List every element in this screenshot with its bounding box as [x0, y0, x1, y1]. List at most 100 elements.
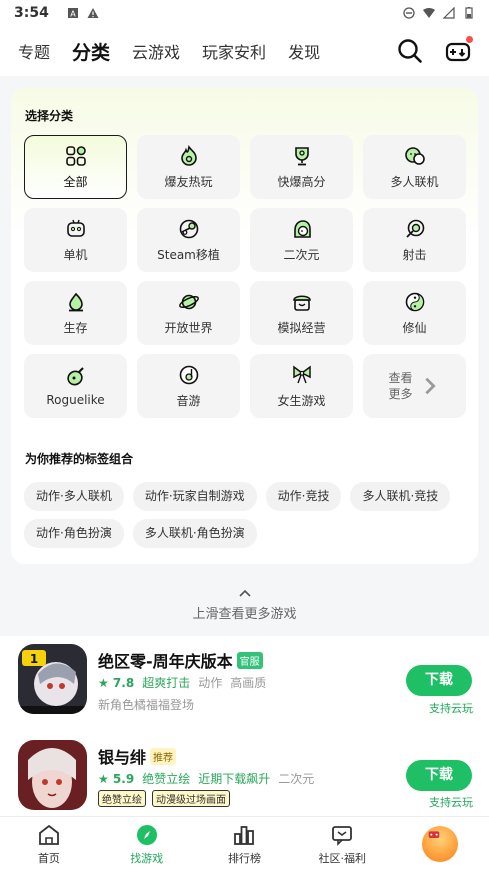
nav-label: 社区·福利 — [318, 851, 367, 865]
status-time: 3:54 — [14, 5, 49, 21]
search-button[interactable] — [397, 38, 423, 64]
shop-icon — [292, 294, 311, 311]
category-shooter[interactable]: 射击 — [363, 208, 466, 272]
svg-text:A: A — [70, 10, 76, 19]
tab-cloud-games[interactable]: 云游戏 — [132, 39, 180, 63]
notification-a-icon: A — [67, 8, 78, 19]
category-hot[interactable]: 爆友热玩 — [137, 135, 240, 199]
category-label: 模拟经营 — [277, 320, 326, 335]
bottom-navigation: 首页 找游戏 排行榜 社区·福利 — [0, 816, 489, 871]
tag-chip[interactable]: 多人联机·角色扮演 — [132, 519, 257, 548]
game-mini-tags: 绝赞立绘 动漫级过场画面 — [98, 790, 230, 807]
category-single-player[interactable]: 单机 — [24, 208, 127, 272]
category-label: 生存 — [63, 320, 88, 335]
category-view-more[interactable]: 查看 更多 — [363, 354, 466, 418]
recommend-badge: 推荐 — [150, 747, 177, 765]
nav-profile[interactable] — [391, 817, 489, 871]
category-label: 多人联机 — [390, 174, 439, 189]
nav-label: 排行榜 — [227, 851, 261, 865]
category-section-title: 选择分类 — [25, 109, 74, 123]
target-icon — [405, 219, 424, 238]
tab-player-recommends[interactable]: 玩家安利 — [202, 39, 266, 63]
notification-dot — [466, 36, 473, 43]
steam-icon — [179, 219, 198, 238]
category-label: 快爆高分 — [277, 174, 326, 189]
game-icon-silver-and-blood[interactable] — [18, 740, 87, 810]
category-label: 修仙 — [402, 320, 427, 335]
mini-tag: 绝赞立绘 — [98, 790, 146, 807]
signal-icon — [443, 7, 455, 19]
category-steam-port[interactable]: Steam移植 — [137, 208, 240, 272]
category-label: 女生游戏 — [277, 393, 326, 408]
music-icon — [179, 365, 198, 384]
game-icon-zzz[interactable]: 1 — [18, 644, 87, 714]
nav-community[interactable]: 社区·福利 — [293, 817, 391, 871]
game-subtitle: 新角色橘福福登场 — [98, 698, 195, 712]
category-roguelike[interactable]: Roguelike — [24, 354, 127, 418]
list-item[interactable]: 银与绯 推荐 ★ 5.9 绝赞立绘 近期下载飙升 二次元 绝赞立绘 动漫级过场画… — [0, 732, 489, 822]
category-multiplayer[interactable]: 多人联机 — [363, 135, 466, 199]
tag-chip[interactable]: 多人联机·竞技 — [350, 482, 451, 511]
pull-up-hint[interactable]: 上滑查看更多游戏 — [0, 588, 489, 622]
nav-find-games[interactable]: 找游戏 — [98, 817, 196, 871]
cloud-play-label[interactable]: 支持云玩 — [429, 700, 473, 716]
game-download-button[interactable] — [445, 36, 473, 64]
category-girls-games[interactable]: 女生游戏 — [250, 354, 353, 418]
category-music[interactable]: 音游 — [137, 354, 240, 418]
cloud-play-label[interactable]: 支持云玩 — [429, 794, 473, 810]
category-survival[interactable]: 生存 — [24, 281, 127, 345]
tab-topics[interactable]: 专题 — [18, 39, 50, 63]
game-highlight-2: 近期下载飙升 — [198, 772, 271, 786]
category-label: 爆友热玩 — [164, 174, 213, 189]
tag-chip[interactable]: 动作·多人联机 — [24, 482, 124, 511]
category-top-rated[interactable]: 快爆高分 — [250, 135, 353, 199]
game-list: 1 绝区零-周年庆版本 官服 ★ 7.8 超爽打击 动作 高画质 新角色橘福福登… — [0, 636, 489, 816]
pull-up-text: 上滑查看更多游戏 — [192, 607, 297, 622]
list-item[interactable]: 1 绝区零-周年庆版本 官服 ★ 7.8 超爽打击 动作 高画质 新角色橘福福登… — [0, 636, 489, 726]
chevron-up-icon — [238, 589, 251, 597]
category-simulation[interactable]: 模拟经营 — [250, 281, 353, 345]
view-more-line2: 更多 — [388, 387, 413, 401]
top-navigation: 专题 分类 云游戏 玩家安利 发现 — [0, 26, 489, 76]
category-label: 开放世界 — [164, 320, 213, 335]
svg-text:1: 1 — [30, 652, 38, 666]
tag-chip[interactable]: 动作·玩家自制游戏 — [132, 482, 257, 511]
tab-categories[interactable]: 分类 — [70, 38, 113, 68]
game-meta: ★ 7.8 超爽打击 动作 高画质 — [98, 674, 266, 691]
avatar-icon — [422, 826, 459, 862]
view-more-line1: 查看 — [388, 371, 413, 385]
game-title: 绝区零-周年庆版本 — [98, 652, 233, 671]
planet-icon — [178, 294, 199, 309]
category-open-world[interactable]: 开放世界 — [137, 281, 240, 345]
category-cultivation[interactable]: 修仙 — [363, 281, 466, 345]
game-highlight: 超爽打击 — [142, 676, 191, 690]
nav-home[interactable]: 首页 — [0, 817, 98, 871]
home-icon — [38, 824, 59, 845]
tag-chip[interactable]: 动作·竞技 — [265, 482, 342, 511]
mini-tag: 动漫级过场画面 — [152, 790, 230, 807]
category-grid: 全部 爆友热玩 快爆高分 多人联机 单机 Steam移植 二次元 射击 生存 开… — [24, 135, 466, 418]
anime-icon — [293, 219, 311, 238]
wifi-icon — [423, 8, 435, 18]
category-panel: 选择分类 全部 爆友热玩 快爆高分 多人联机 单机 Steam移植 二次元 射击… — [11, 88, 478, 564]
tag-chip[interactable]: 动作·角色扮演 — [24, 519, 124, 548]
chevron-right-icon — [424, 377, 436, 395]
category-label: 单机 — [63, 247, 88, 262]
dnd-icon — [403, 7, 415, 19]
trophy-icon — [294, 146, 309, 165]
category-anime[interactable]: 二次元 — [250, 208, 353, 272]
potion-icon — [66, 367, 84, 386]
status-bar: 3:54 A — [0, 0, 489, 26]
tags-section-title: 为你推荐的标签组合 — [25, 452, 134, 466]
compass-icon — [136, 824, 157, 845]
game-tag: 二次元 — [278, 772, 315, 786]
category-label: Roguelike — [46, 393, 105, 407]
tag-combinations: 动作·多人联机 动作·玩家自制游戏 动作·竞技 多人联机·竞技 动作·角色扮演 … — [24, 482, 464, 548]
gamepad-icon — [66, 219, 85, 237]
nav-ranking[interactable]: 排行榜 — [196, 817, 294, 871]
tab-discover[interactable]: 发现 — [288, 39, 320, 63]
category-label: 射击 — [402, 247, 427, 262]
download-button[interactable]: 下载 — [406, 760, 472, 791]
download-button[interactable]: 下载 — [406, 665, 472, 696]
category-all[interactable]: 全部 — [24, 135, 127, 199]
